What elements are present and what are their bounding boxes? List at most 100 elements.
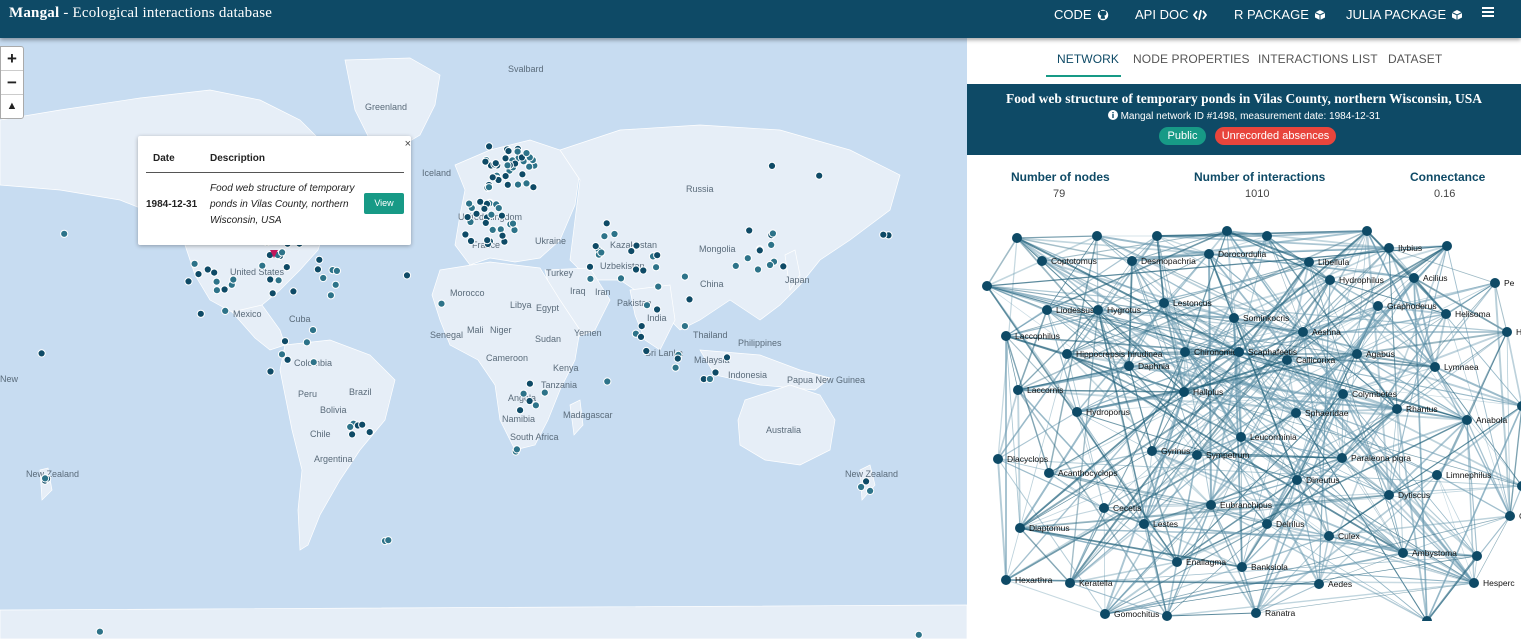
taxon-node[interactable] bbox=[1432, 470, 1442, 480]
taxon-node[interactable] bbox=[1127, 256, 1137, 266]
taxon-node[interactable] bbox=[1291, 408, 1301, 418]
network-site-marker[interactable] bbox=[765, 260, 775, 270]
network-site-marker[interactable] bbox=[779, 262, 788, 271]
taxon-node[interactable] bbox=[1234, 347, 1244, 357]
taxon-node[interactable] bbox=[1044, 468, 1054, 478]
network-site-marker[interactable] bbox=[229, 275, 238, 284]
network-site-marker[interactable] bbox=[862, 477, 871, 486]
taxon-node[interactable] bbox=[1072, 407, 1082, 417]
network-site-marker[interactable] bbox=[266, 275, 275, 284]
network-site-marker[interactable] bbox=[346, 422, 355, 431]
network-site-marker[interactable] bbox=[531, 401, 541, 410]
network-site-marker[interactable] bbox=[610, 229, 619, 239]
network-site-marker[interactable] bbox=[767, 161, 777, 171]
taxon-node[interactable] bbox=[1092, 231, 1102, 241]
network-site-marker[interactable] bbox=[685, 295, 694, 304]
network-site-marker[interactable] bbox=[481, 218, 490, 227]
taxon-node[interactable] bbox=[1179, 387, 1189, 397]
network-site-marker[interactable] bbox=[402, 271, 412, 280]
network-site-marker[interactable] bbox=[212, 286, 221, 295]
network-site-marker[interactable] bbox=[487, 210, 496, 219]
network-site-marker[interactable] bbox=[602, 219, 611, 228]
taxon-node[interactable] bbox=[1352, 349, 1362, 359]
network-site-marker[interactable] bbox=[540, 388, 549, 397]
taxon-node[interactable] bbox=[1162, 611, 1172, 621]
taxon-node[interactable] bbox=[1139, 519, 1149, 529]
network-site-marker[interactable] bbox=[632, 241, 641, 250]
network-site-marker[interactable] bbox=[518, 170, 527, 179]
taxon-node[interactable] bbox=[1251, 608, 1261, 618]
tab-node-properties[interactable]: NODE PROPERTIES bbox=[1133, 52, 1250, 66]
taxon-node[interactable] bbox=[1392, 404, 1402, 414]
network-site-marker[interactable] bbox=[510, 226, 519, 235]
taxon-node[interactable] bbox=[1147, 446, 1157, 456]
network-site-marker[interactable] bbox=[600, 232, 609, 241]
reset-north-button[interactable]: ▲ bbox=[1, 95, 23, 118]
network-site-marker[interactable] bbox=[488, 225, 497, 234]
taxon-node[interactable] bbox=[1206, 500, 1216, 510]
network-site-marker[interactable] bbox=[309, 358, 318, 367]
nav-code-link[interactable]: CODE bbox=[1054, 7, 1109, 22]
taxon-node[interactable] bbox=[1441, 309, 1451, 319]
zoom-in-button[interactable]: + bbox=[1, 47, 23, 71]
tab-network[interactable]: NETWORK bbox=[1057, 52, 1119, 66]
network-site-marker[interactable] bbox=[522, 149, 531, 158]
taxon-node[interactable] bbox=[1430, 362, 1440, 372]
network-site-marker[interactable] bbox=[603, 377, 612, 386]
network-site-marker[interactable] bbox=[743, 254, 752, 263]
network-site-marker[interactable] bbox=[221, 306, 230, 315]
network-site-marker[interactable] bbox=[41, 474, 50, 483]
network-site-marker[interactable] bbox=[680, 272, 690, 281]
taxon-node[interactable] bbox=[1337, 453, 1347, 463]
nav-julia-package-link[interactable]: JULIA PACKAGE bbox=[1346, 7, 1463, 22]
network-site-marker[interactable] bbox=[358, 420, 367, 429]
network-site-marker[interactable] bbox=[319, 273, 328, 283]
network-site-marker[interactable] bbox=[722, 353, 732, 362]
taxon-node[interactable] bbox=[1001, 331, 1011, 341]
network-site-marker[interactable] bbox=[503, 180, 512, 189]
popup-view-button[interactable]: View bbox=[364, 193, 404, 214]
network-site-marker[interactable] bbox=[680, 322, 690, 331]
tab-dataset[interactable]: DATASET bbox=[1388, 52, 1442, 66]
taxon-node[interactable] bbox=[1472, 551, 1482, 561]
taxon-node[interactable] bbox=[1093, 305, 1103, 315]
taxon-node[interactable] bbox=[1172, 557, 1182, 567]
network-site-marker[interactable] bbox=[326, 291, 335, 300]
network-site-marker[interactable] bbox=[705, 374, 715, 384]
popup-close-button[interactable]: × bbox=[405, 138, 411, 150]
taxon-node[interactable] bbox=[1262, 519, 1272, 529]
network-site-marker[interactable] bbox=[755, 246, 764, 255]
network-site-marker[interactable] bbox=[501, 172, 510, 181]
network-site-marker[interactable] bbox=[525, 396, 534, 406]
taxon-node[interactable] bbox=[993, 454, 1003, 464]
network-site-marker[interactable] bbox=[465, 199, 474, 208]
taxon-node[interactable] bbox=[1037, 256, 1047, 266]
network-site-marker[interactable] bbox=[529, 183, 538, 192]
network-site-marker[interactable] bbox=[525, 379, 535, 388]
network-site-marker[interactable] bbox=[498, 231, 507, 240]
network-site-marker[interactable] bbox=[95, 627, 105, 636]
network-site-marker[interactable] bbox=[278, 248, 287, 257]
taxon-node[interactable] bbox=[1229, 313, 1239, 323]
taxon-node[interactable] bbox=[1490, 278, 1500, 288]
taxon-node[interactable] bbox=[1222, 226, 1232, 236]
network-site-marker[interactable] bbox=[365, 428, 374, 437]
network-site-marker[interactable] bbox=[348, 430, 357, 439]
taxon-node[interactable] bbox=[1304, 257, 1314, 267]
network-site-marker[interactable] bbox=[196, 309, 205, 318]
network-site-marker[interactable] bbox=[636, 332, 646, 341]
network-site-marker[interactable] bbox=[268, 289, 277, 298]
taxon-node[interactable] bbox=[1505, 511, 1515, 521]
network-site-marker[interactable] bbox=[484, 183, 494, 192]
network-site-marker[interactable] bbox=[481, 157, 490, 166]
taxon-node[interactable] bbox=[1192, 450, 1202, 460]
taxon-node[interactable] bbox=[1124, 361, 1134, 371]
network-site-marker[interactable] bbox=[642, 301, 652, 310]
network-site-marker[interactable] bbox=[466, 236, 476, 246]
network-site-marker[interactable] bbox=[653, 251, 662, 260]
network-site-marker[interactable] bbox=[315, 255, 324, 264]
network-site-marker[interactable] bbox=[184, 277, 193, 286]
network-site-marker[interactable] bbox=[637, 322, 646, 331]
network-site-marker[interactable] bbox=[815, 171, 824, 180]
network-site-marker[interactable] bbox=[491, 159, 500, 168]
